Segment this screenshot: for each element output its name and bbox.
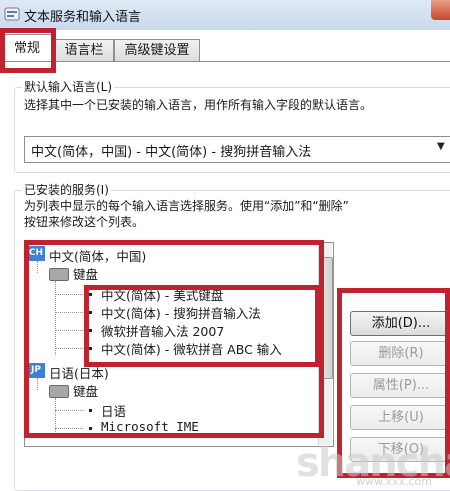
app-icon — [4, 7, 20, 21]
tab-strip: 常规 语言栏 高级键设置 — [0, 30, 450, 62]
default-language-value: 中文(简体，中国) - 中文(简体) - 搜狗拼音输入法 — [31, 145, 312, 160]
default-language-label: 默认输入语言(L) — [22, 78, 115, 95]
tab-language-bar[interactable]: 语言栏 — [54, 39, 114, 61]
title-bar: 文本服务和输入语言 — [0, 0, 450, 30]
installed-services-description-line2: 按钮来修改这个列表。 — [24, 215, 145, 229]
installed-services-label: 已安装的服务(I) — [22, 181, 111, 198]
tab-divider — [0, 61, 450, 62]
close-button[interactable] — [431, 0, 450, 20]
highlight-chinese-items — [84, 285, 320, 367]
dropdown-arrow-icon[interactable]: ▼ — [437, 141, 445, 152]
highlight-general-tab — [0, 28, 56, 73]
default-language-select[interactable]: 中文(简体，中国) - 中文(简体) - 搜狗拼音输入法 ▼ — [24, 136, 450, 163]
installed-services-description-line1: 为列表中显示的每个输入语言选择服务。使用“添加”和“删除” — [24, 199, 349, 213]
default-language-description: 选择其中一个已安装的输入语言，用作所有输入字段的默认语言。 — [24, 98, 373, 112]
window-title: 文本服务和输入语言 — [24, 10, 142, 25]
tab-advanced-key-settings[interactable]: 高级键设置 — [114, 39, 200, 61]
watermark-url: www.xxx.com — [356, 475, 432, 488]
